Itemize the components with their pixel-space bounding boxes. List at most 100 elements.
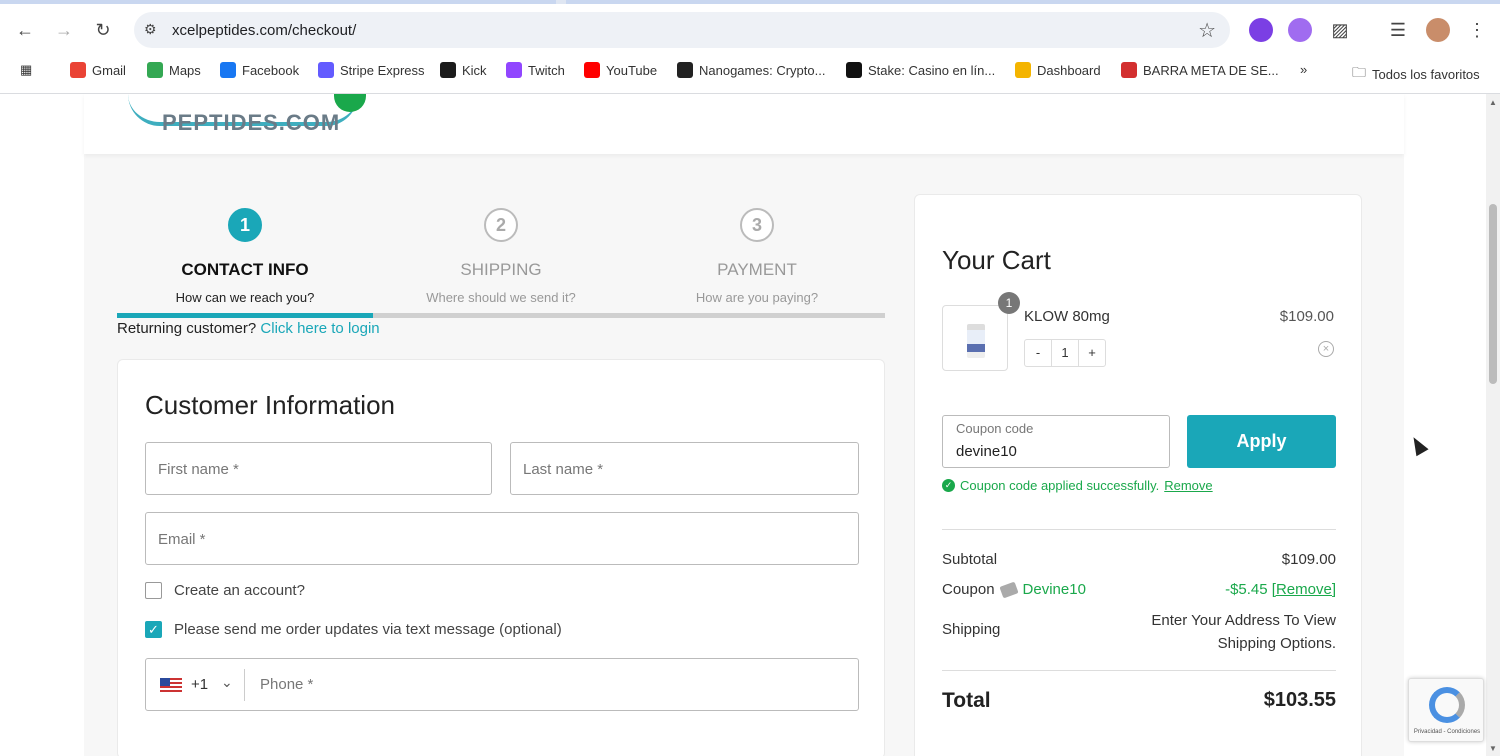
checkbox-unchecked[interactable]: [145, 582, 162, 599]
bookmark-youtube[interactable]: YouTube: [584, 62, 657, 78]
progress-fill: [117, 313, 373, 318]
step-title: CONTACT INFO: [181, 260, 309, 279]
media-control-icon[interactable]: ☰: [1386, 18, 1410, 42]
step-subtitle: Where should we send it?: [426, 290, 576, 305]
bookmark-dashboard[interactable]: Dashboard: [1015, 62, 1101, 78]
cart-panel: Your Cart 1 KLOW 80mg $109.00 - 1 + × Co…: [914, 194, 1362, 756]
step-number: 1: [228, 208, 262, 242]
decrement-button[interactable]: -: [1025, 340, 1051, 366]
apps-grid-icon[interactable]: ▦: [20, 62, 32, 78]
folder-icon: 🗀: [1352, 64, 1366, 80]
site-header: PEPTIDES.COM: [84, 94, 1404, 154]
create-account-checkbox[interactable]: Create an account?: [145, 582, 305, 599]
recaptcha-badge[interactable]: Privacidad - Condiciones: [1408, 678, 1484, 742]
vial-image: [967, 324, 985, 358]
nanogames-icon: [677, 62, 693, 78]
bookmark-stripe[interactable]: Stripe Express: [318, 62, 425, 78]
total-value: $103.55: [1263, 689, 1336, 711]
step-title: SHIPPING: [460, 260, 542, 279]
stripe-icon: [318, 62, 334, 78]
bookmark-star-icon[interactable]: ☆: [1198, 18, 1216, 43]
chevron-down-icon[interactable]: ⌄: [221, 674, 233, 691]
phone-field[interactable]: +1 ⌄ Phone *: [145, 658, 859, 711]
step-number: 3: [740, 208, 774, 242]
tag-icon: [998, 581, 1019, 599]
site-settings-icon[interactable]: ⚙: [144, 21, 162, 39]
login-link[interactable]: Click here to login: [260, 320, 379, 337]
increment-button[interactable]: +: [1079, 340, 1105, 366]
bookmark-nanogames[interactable]: Nanogames: Crypto...: [677, 62, 825, 78]
stake-icon: [846, 62, 862, 78]
bookmarks-bar: ▦ Gmail Maps Facebook Stripe Express Kic…: [0, 58, 1500, 84]
facebook-icon: [220, 62, 236, 78]
remove-coupon-bracket-link[interactable]: [Remove]: [1272, 581, 1336, 598]
subtotal-row: Subtotal $109.00: [942, 551, 1336, 568]
site-logo[interactable]: PEPTIDES.COM: [162, 110, 340, 136]
extension-icon[interactable]: [1288, 18, 1312, 42]
forward-icon[interactable]: →: [52, 18, 76, 42]
recaptcha-text[interactable]: Privacidad - Condiciones: [1409, 729, 1485, 735]
customer-info-card: Customer Information First name * Last n…: [117, 359, 885, 756]
kick-icon: [440, 62, 456, 78]
step-shipping[interactable]: 2 SHIPPING Where should we send it?: [373, 208, 629, 305]
last-name-field[interactable]: Last name *: [510, 442, 859, 495]
coupon-discount: -$5.45 [Remove]: [1225, 581, 1336, 598]
bookmark-barra[interactable]: BARRA META DE SE...: [1121, 62, 1279, 78]
scrollbar-thumb[interactable]: [1489, 204, 1497, 384]
extensions-puzzle-icon[interactable]: ▨: [1328, 18, 1352, 42]
bookmark-twitch[interactable]: Twitch: [506, 62, 565, 78]
back-icon[interactable]: ←: [13, 18, 37, 42]
step-progress-bar: [117, 313, 885, 318]
step-subtitle: How are you paying?: [695, 290, 819, 305]
reload-icon[interactable]: ↻: [91, 18, 115, 42]
profile-avatar[interactable]: [1426, 18, 1450, 42]
scroll-up-icon[interactable]: ▲: [1489, 98, 1497, 107]
bookmark-facebook[interactable]: Facebook: [220, 62, 299, 78]
product-thumbnail: [942, 305, 1008, 371]
coupon-input[interactable]: Coupon code devine10: [942, 415, 1170, 468]
checkbox-checked-icon[interactable]: ✓: [145, 621, 162, 638]
barra-icon: [1121, 62, 1137, 78]
subtotal-value: $109.00: [1281, 551, 1336, 568]
remove-item-icon[interactable]: ×: [1318, 341, 1334, 357]
quantity-value[interactable]: 1: [1051, 340, 1079, 366]
checkout-steps: 1 CONTACT INFO How can we reach you? 2 S…: [117, 208, 885, 318]
scrollbar[interactable]: [1486, 94, 1500, 756]
check-circle-icon: ✓: [942, 479, 955, 492]
youtube-icon: [584, 62, 600, 78]
phone-input[interactable]: Phone *: [260, 676, 313, 693]
remove-coupon-link[interactable]: Remove: [1164, 478, 1212, 493]
tab-strip: [0, 0, 1500, 4]
bookmark-stake[interactable]: Stake: Casino en lín...: [846, 62, 995, 78]
coupon-value[interactable]: devine10: [956, 443, 1017, 460]
step-payment[interactable]: 3 PAYMENT How are you paying?: [629, 208, 885, 305]
coupon-label: Coupon code: [956, 421, 1034, 436]
bookmark-kick[interactable]: Kick: [440, 62, 487, 78]
email-field[interactable]: Email *: [145, 512, 859, 565]
us-flag-icon[interactable]: [160, 678, 182, 692]
step-contact-info[interactable]: 1 CONTACT INFO How can we reach you?: [117, 208, 373, 305]
more-bookmarks-icon[interactable]: »: [1300, 62, 1307, 77]
total-row: Total $103.55: [942, 689, 1336, 712]
phone-separator: [244, 669, 245, 701]
bookmark-maps[interactable]: Maps: [147, 62, 201, 78]
quantity-stepper: - 1 +: [1024, 339, 1106, 367]
returning-customer: Returning customer? Click here to login: [117, 320, 380, 337]
apply-coupon-button[interactable]: Apply: [1187, 415, 1336, 468]
menu-dots-icon[interactable]: ⋮: [1465, 18, 1489, 42]
twitch-icon: [506, 62, 522, 78]
maps-icon: [147, 62, 163, 78]
sms-updates-checkbox[interactable]: ✓ Please send me order updates via text …: [145, 621, 562, 638]
first-name-field[interactable]: First name *: [145, 442, 492, 495]
coupon-success-message: ✓ Coupon code applied successfully. Remo…: [942, 478, 1213, 493]
bookmark-gmail[interactable]: Gmail: [70, 62, 126, 78]
page-content: PEPTIDES.COM 1 CONTACT INFO How can we r…: [0, 94, 1500, 756]
dashboard-icon: [1015, 62, 1031, 78]
address-bar[interactable]: ⚙ xcelpeptides.com/checkout/ ☆: [134, 12, 1230, 48]
extension-shield-icon[interactable]: [1249, 18, 1273, 42]
shipping-value: Enter Your Address To View Shipping Optio…: [1151, 612, 1336, 652]
all-bookmarks-folder[interactable]: 🗀 Todos los favoritos: [1352, 62, 1480, 86]
divider: [942, 670, 1336, 671]
country-code[interactable]: +1: [191, 676, 208, 693]
scroll-down-icon[interactable]: ▼: [1489, 744, 1497, 753]
